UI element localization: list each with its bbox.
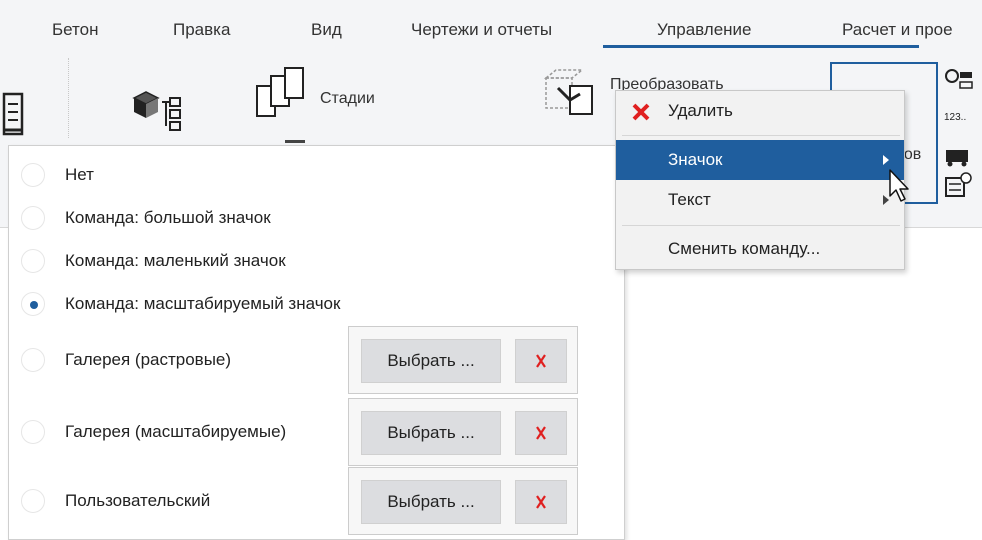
option-custom[interactable]: Пользовательский (21, 486, 210, 516)
menu-item-icon[interactable]: Значок (616, 140, 904, 180)
option-scalable-icon[interactable]: Команда: масштабируемый значок (21, 289, 340, 319)
active-tab-indicator (603, 45, 919, 48)
gallery-raster-buttons: Выбрать ... (348, 326, 578, 394)
radio-small-icon[interactable] (21, 249, 45, 273)
radio-custom[interactable] (21, 489, 45, 513)
radio-scalable-icon[interactable] (21, 292, 45, 316)
right-tool-icons[interactable]: 123.. (942, 64, 976, 212)
tab-concrete[interactable]: Бетон (52, 20, 98, 40)
tab-manage[interactable]: Управление (657, 20, 752, 40)
icon-options-panel: Нет Команда: большой значок Команда: мал… (8, 145, 625, 540)
menu-item-delete[interactable]: Удалить (616, 91, 904, 131)
document-icon[interactable] (0, 90, 28, 140)
option-gallery-scalable[interactable]: Галерея (масштабируемые) (21, 417, 286, 447)
option-none[interactable]: Нет (21, 160, 94, 190)
clear-button[interactable] (515, 480, 567, 524)
red-x-icon (536, 354, 546, 368)
option-label: Пользовательский (65, 491, 211, 510)
red-x-icon (536, 426, 546, 440)
option-small-icon[interactable]: Команда: маленький значок (21, 246, 286, 276)
context-menu: Удалить Значок Текст Сменить команду... (615, 90, 905, 270)
tab-edit[interactable]: Правка (173, 20, 230, 40)
mouse-cursor-icon (889, 169, 909, 202)
ribbon-tab-bar: Бетон Правка Вид Чертежи и отчеты Управл… (0, 0, 982, 50)
tab-analysis[interactable]: Расчет и прое (842, 20, 953, 40)
cube-hierarchy-icon[interactable] (130, 88, 192, 138)
radio-gallery-raster[interactable] (21, 348, 45, 372)
red-x-icon (536, 495, 546, 509)
stages-secondary-icon (285, 140, 305, 143)
stages-label[interactable]: Стадии (320, 90, 375, 108)
choose-button[interactable]: Выбрать ... (361, 480, 501, 524)
tab-drawings-reports[interactable]: Чертежи и отчеты (411, 20, 552, 40)
clear-button[interactable] (515, 339, 567, 383)
delete-icon (632, 103, 650, 121)
ribbon-separator (68, 58, 69, 138)
choose-button[interactable]: Выбрать ... (361, 411, 501, 455)
submenu-arrow-icon (883, 155, 889, 165)
clear-button[interactable] (515, 411, 567, 455)
menu-item-label: Сменить команду... (668, 239, 821, 258)
option-large-icon[interactable]: Команда: большой значок (21, 203, 271, 233)
menu-item-change-command[interactable]: Сменить команду... (616, 229, 904, 269)
option-label: Команда: масштабируемый значок (65, 294, 341, 313)
menu-item-text[interactable]: Текст (616, 180, 904, 220)
stages-icon[interactable] (253, 64, 317, 124)
option-label: Команда: большой значок (65, 208, 271, 227)
option-gallery-raster[interactable]: Галерея (растровые) (21, 345, 231, 375)
custom-buttons: Выбрать ... (348, 467, 578, 535)
option-label: Нет (65, 165, 94, 184)
menu-item-label: Текст (668, 190, 711, 209)
option-label: Галерея (масштабируемые) (65, 422, 287, 441)
option-label: Галерея (растровые) (65, 350, 232, 369)
tab-view[interactable]: Вид (311, 20, 342, 40)
choose-button[interactable]: Выбрать ... (361, 339, 501, 383)
menu-item-label: Значок (668, 150, 723, 169)
option-label: Команда: маленький значок (65, 251, 286, 270)
svg-text:123..: 123.. (944, 112, 966, 123)
app-window: Бетон Правка Вид Чертежи и отчеты Управл… (0, 0, 982, 540)
gallery-scalable-buttons: Выбрать ... (348, 398, 578, 466)
menu-separator (622, 135, 900, 136)
radio-gallery-scalable[interactable] (21, 420, 45, 444)
radio-none[interactable] (21, 163, 45, 187)
radio-large-icon[interactable] (21, 206, 45, 230)
convert-icon[interactable] (540, 66, 606, 124)
menu-item-label: Удалить (668, 101, 733, 120)
menu-separator (622, 225, 900, 226)
